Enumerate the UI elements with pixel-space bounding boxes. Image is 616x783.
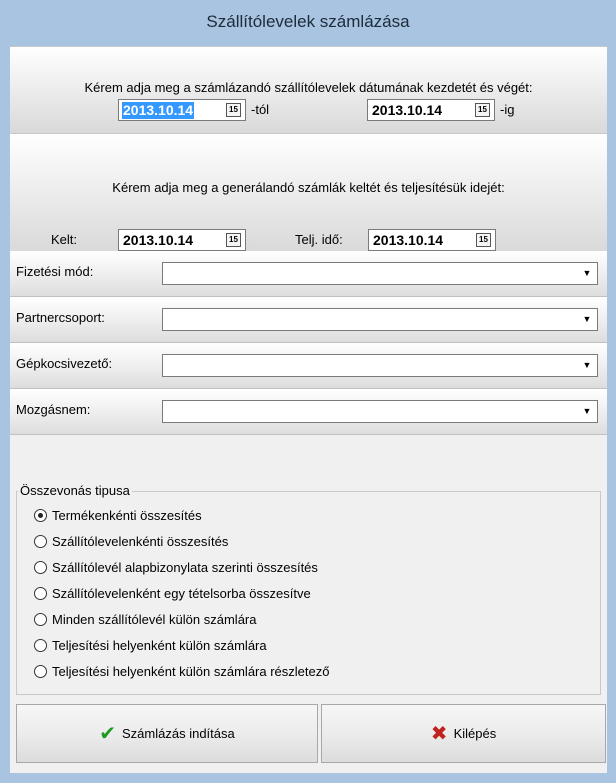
radio-icon[interactable]: [34, 665, 47, 678]
merge-option-label: Szállítólevél alapbizonylata szerinti ös…: [52, 560, 318, 575]
radio-icon[interactable]: [34, 561, 47, 574]
movement-type-row: Mozgásnem: ▼: [10, 389, 607, 435]
start-invoicing-button[interactable]: ✔ Számlázás indítása: [16, 704, 318, 763]
movement-type-label: Mozgásnem:: [16, 402, 91, 417]
chevron-down-icon[interactable]: ▼: [579, 357, 595, 374]
chevron-down-icon[interactable]: ▼: [579, 403, 595, 420]
calendar-icon[interactable]: 15: [226, 233, 241, 247]
movement-type-dropdown[interactable]: ▼: [162, 400, 598, 423]
dialog-client: Kérem adja meg a számlázandó szállítólev…: [10, 46, 607, 773]
start-invoicing-label: Számlázás indítása: [122, 726, 235, 741]
radio-icon[interactable]: [34, 613, 47, 626]
driver-dropdown[interactable]: ▼: [162, 354, 598, 377]
driver-label: Gépkocsivezető:: [16, 356, 113, 371]
to-date-value: 2013.10.14: [372, 102, 443, 118]
calendar-icon[interactable]: 15: [226, 103, 241, 117]
radio-icon[interactable]: [34, 639, 47, 652]
driver-row: Gépkocsivezető: ▼: [10, 343, 607, 389]
invoice-date-panel: Kérem adja meg a generálandó számlák kel…: [10, 133, 607, 253]
partner-group-dropdown[interactable]: ▼: [162, 308, 598, 331]
partner-group-label: Partnercsoport:: [16, 310, 105, 325]
radio-icon[interactable]: [34, 587, 47, 600]
check-icon: ✔: [99, 722, 117, 745]
merge-option-label: Minden szállítólevél külön számlára: [52, 612, 257, 627]
calendar-icon[interactable]: 15: [475, 103, 490, 117]
merge-option-label: Teljesítési helyenként külön számlára ré…: [52, 664, 330, 679]
issue-date-label: Kelt:: [51, 232, 78, 247]
issue-date-value: 2013.10.14: [123, 232, 194, 248]
merge-option-label: Szállítólevelenként egy tételsorba össze…: [52, 586, 311, 601]
exit-button[interactable]: ✖ Kilépés: [321, 704, 606, 763]
payment-mode-dropdown[interactable]: ▼: [162, 262, 598, 285]
invoice-date-message: Kérem adja meg a generálandó számlák kel…: [112, 180, 505, 195]
chevron-down-icon[interactable]: ▼: [579, 311, 595, 328]
to-date-field[interactable]: 2013.10.14 15: [367, 99, 495, 121]
exit-label: Kilépés: [453, 726, 497, 741]
merge-option-label: Termékenkénti összesítés: [52, 508, 202, 523]
merge-type-group: Összevonás tipusa Termékenkénti összesít…: [16, 483, 601, 696]
to-suffix: -ig: [500, 102, 515, 117]
issue-date-field[interactable]: 2013.10.14 15: [118, 229, 246, 251]
payment-mode-label: Fizetési mód:: [16, 264, 94, 279]
performance-date-label: Telj. idő:: [295, 232, 343, 247]
merge-option-label: Teljesítési helyenként külön számlára: [52, 638, 267, 653]
from-date-value: 2013.10.14: [122, 102, 195, 119]
partner-group-row: Partnercsoport: ▼: [10, 297, 607, 343]
from-suffix: -tól: [251, 102, 270, 117]
radio-selected-icon[interactable]: [34, 509, 47, 522]
window-title: Szállítólevelek számlázása: [10, 0, 606, 46]
merge-type-title: Összevonás tipusa: [18, 483, 132, 498]
chevron-down-icon[interactable]: ▼: [579, 265, 595, 282]
x-icon: ✖: [430, 722, 448, 745]
performance-date-field[interactable]: 2013.10.14 15: [368, 229, 496, 251]
merge-option-label: Szállítólevelenkénti összesítés: [52, 534, 229, 549]
date-range-message: Kérem adja meg a számlázandó szállítólev…: [84, 80, 533, 95]
calendar-icon[interactable]: 15: [476, 233, 491, 247]
payment-mode-row: Fizetési mód: ▼: [10, 251, 607, 297]
from-date-field[interactable]: 2013.10.14 15: [118, 99, 246, 121]
radio-icon[interactable]: [34, 535, 47, 548]
date-range-panel: Kérem adja meg a számlázandó szállítólev…: [10, 46, 607, 134]
performance-date-value: 2013.10.14: [373, 232, 444, 248]
